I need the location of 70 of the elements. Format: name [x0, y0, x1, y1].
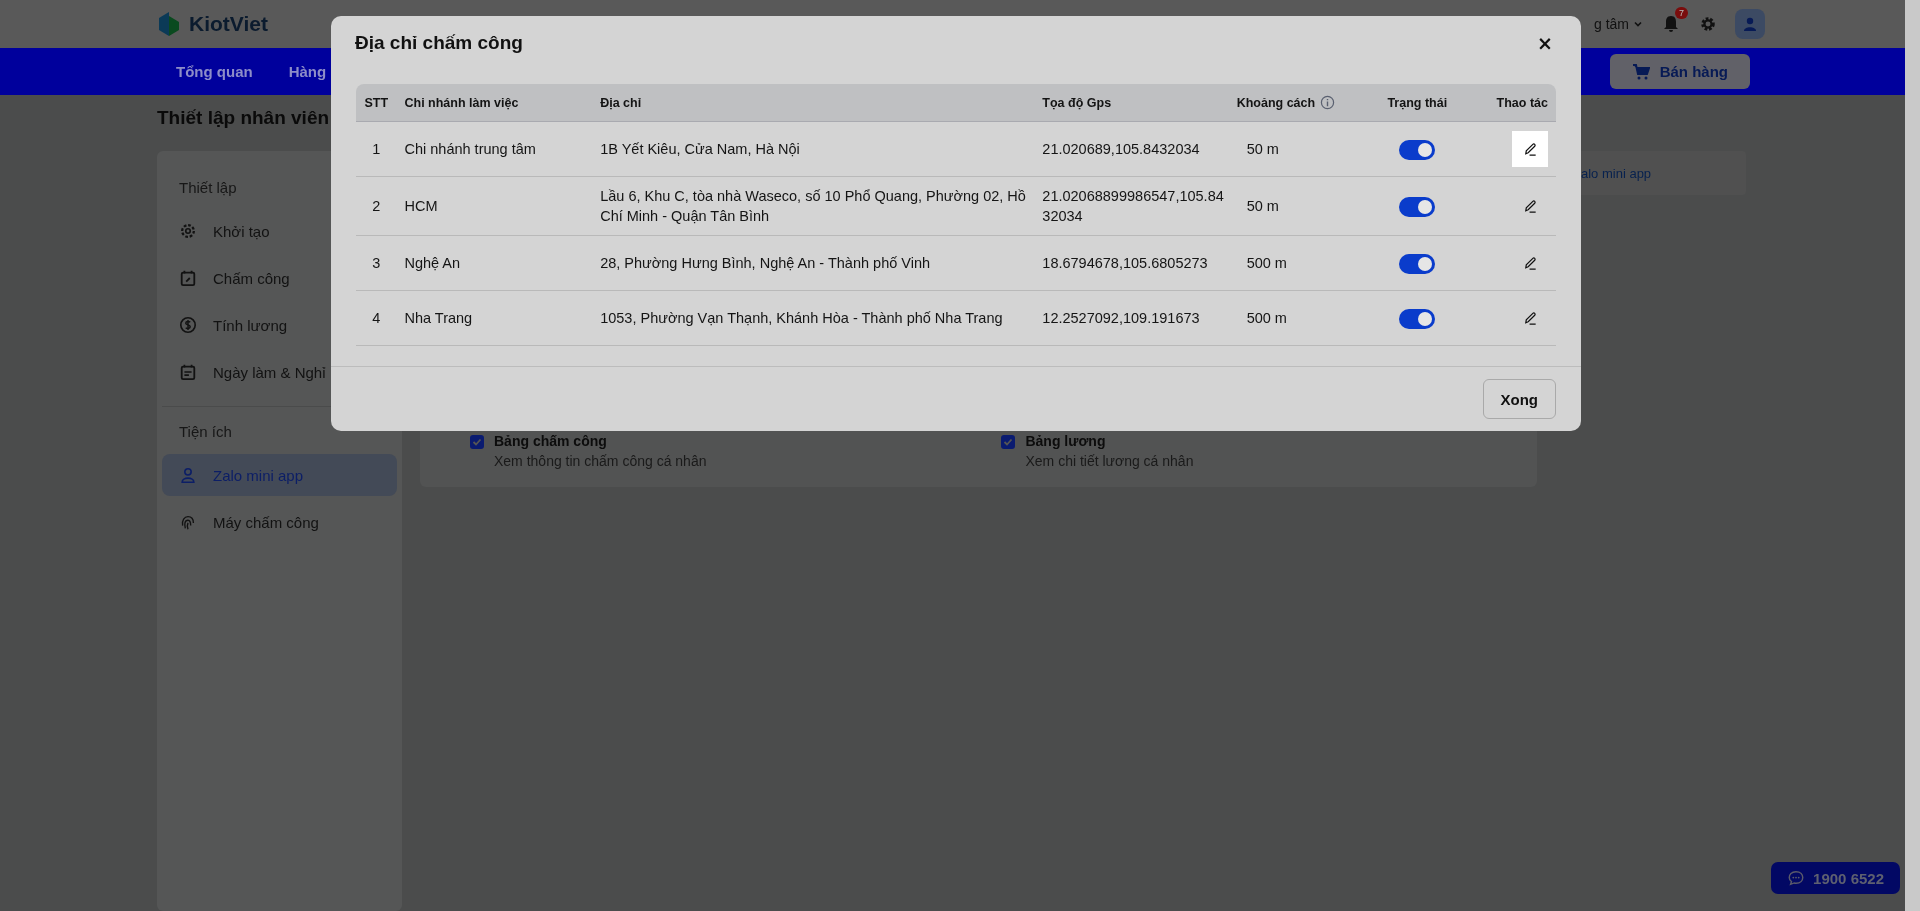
- table-cell: 3: [372, 255, 381, 271]
- status-toggle[interactable]: [1399, 139, 1436, 160]
- column-header: Thao tác: [1496, 95, 1548, 110]
- nav-item[interactable]: Tổng quan: [176, 63, 253, 80]
- settings-icon[interactable]: [1699, 15, 1717, 33]
- column-header: Chi nhánh làm việc: [404, 95, 519, 110]
- chevron-down-icon: [1633, 19, 1643, 29]
- sidebar-group-title: Thiết lập: [178, 178, 238, 198]
- calendar-edit-icon: [179, 269, 197, 287]
- sidebar-item[interactable]: Máy chấm công: [162, 501, 397, 543]
- table-cell: 50 m: [1246, 198, 1279, 214]
- table-cell: 21.020689,105.8432034: [1042, 141, 1200, 157]
- nav-item[interactable]: Hàng: [288, 63, 327, 80]
- info-icon[interactable]: [1320, 95, 1336, 110]
- modal-title: Địa chỉ chấm công: [355, 32, 523, 54]
- table-cell: 1B Yết Kiêu, Cửa Nam, Hà Nội: [600, 141, 800, 157]
- status-toggle[interactable]: [1399, 308, 1436, 329]
- table-cell: 4: [372, 310, 381, 326]
- checkbox[interactable]: [470, 435, 484, 449]
- table-cell: HCM: [404, 198, 438, 214]
- person-icon: [179, 466, 197, 484]
- sidebar-group-title: Tiện ích: [178, 422, 233, 442]
- table-cell: Lầu 6, Khu C, tòa nhà Waseco, số 10 Phổ Quang, Phường 02, Hồ Chí Minh - Quận Tân Bình: [600, 188, 1026, 224]
- table-cell: 1: [372, 141, 381, 157]
- table-cell: Nghệ An: [404, 255, 461, 271]
- cart-icon: [1631, 63, 1650, 80]
- checkbox[interactable]: [1001, 435, 1016, 449]
- column-header: Trạng thái: [1387, 95, 1448, 110]
- sidebar-item[interactable]: Ngày làm & Nghỉ: [162, 351, 397, 393]
- pencil-icon: [1522, 255, 1538, 271]
- pencil-icon: [1522, 141, 1538, 157]
- column-header: Khoảng cách: [1236, 96, 1316, 110]
- dollar-circle-icon: [179, 316, 197, 334]
- feature-title: Bảng lương: [1025, 433, 1107, 449]
- checkmark-icon: [1003, 437, 1014, 447]
- table-cell: 500 m: [1246, 255, 1287, 271]
- table-cell: 18.6794678,105.6805273: [1042, 255, 1208, 271]
- status-toggle[interactable]: [1399, 196, 1436, 217]
- logo-text[interactable]: KiotViet: [189, 12, 268, 36]
- page-title: Thiết lập nhân viên: [157, 107, 330, 129]
- sell-button[interactable]: Bán hàng: [1609, 54, 1750, 89]
- column-header: STT: [364, 95, 389, 110]
- table-cell: Chi nhánh trung tâm: [404, 141, 536, 157]
- feature-description: Xem chi tiết lương cá nhân: [1025, 453, 1194, 469]
- column-header: Địa chỉ: [600, 95, 642, 110]
- pencil-icon: [1522, 198, 1538, 214]
- done-button[interactable]: Xong: [1482, 379, 1556, 419]
- table-cell: 21.02068899986547,105.8432034: [1042, 188, 1224, 224]
- table-cell: 12.2527092,109.191673: [1042, 310, 1200, 326]
- table-cell: 500 m: [1246, 310, 1287, 326]
- checkmark-icon: [472, 437, 482, 447]
- edit-button[interactable]: [1512, 131, 1548, 167]
- branch-selector[interactable]: g tâm: [1594, 16, 1643, 32]
- table-cell: 50 m: [1246, 141, 1279, 157]
- column-header: Tọa độ Gps: [1042, 95, 1112, 110]
- notification-badge: 7: [1675, 7, 1688, 19]
- scrollbar[interactable]: [1905, 0, 1920, 911]
- status-toggle[interactable]: [1399, 253, 1436, 274]
- feature-title: Bảng chấm công: [494, 433, 608, 449]
- table-cell: 28, Phường Hưng Bình, Nghệ An - Thành phố Vinh: [600, 255, 931, 271]
- calendar-icon: [179, 363, 197, 381]
- pencil-icon: [1522, 310, 1538, 326]
- feature-description: Xem thông tin chấm công cá nhân: [494, 453, 707, 469]
- table-cell: Nha Trang: [404, 310, 473, 326]
- close-button[interactable]: ×: [1533, 33, 1557, 53]
- fingerprint-icon: [179, 513, 197, 531]
- table-cell: 1053, Phường Vạn Thạnh, Khánh Hòa - Thành phố Nha Trang: [600, 310, 1003, 326]
- hotline-button[interactable]: 1900 6522: [1771, 862, 1900, 894]
- gear-icon: [179, 222, 197, 240]
- chat-icon: [1787, 869, 1806, 887]
